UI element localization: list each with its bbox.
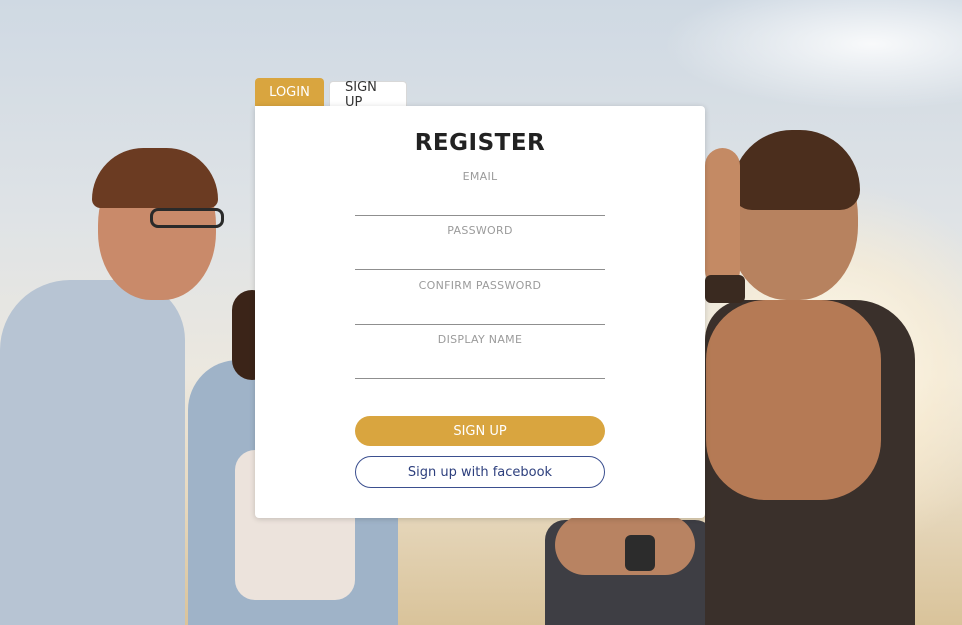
email-field[interactable] [355, 188, 605, 216]
register-card: REGISTER EMAIL PASSWORD CONFIRM PASSWORD… [255, 106, 705, 518]
tab-signup[interactable]: SIGN UP [329, 80, 407, 110]
person-right-hair [732, 130, 860, 210]
person-left-glasses [150, 208, 224, 228]
person-left-hair [92, 148, 218, 208]
sky-cloud [662, 0, 962, 110]
person-right-hand [705, 148, 740, 288]
tab-login[interactable]: LOGIN [255, 78, 324, 106]
signup-button[interactable]: SIGN UP [355, 416, 605, 446]
wristwatch [625, 535, 655, 571]
password-label: PASSWORD [447, 224, 513, 237]
facebook-signup-button[interactable]: Sign up with facebook [355, 456, 605, 488]
display-name-label: DISPLAY NAME [437, 333, 523, 346]
person-right-wristband [705, 275, 745, 303]
password-field-group: PASSWORD [355, 224, 605, 270]
display-name-field[interactable] [355, 351, 605, 379]
person-left-body [0, 280, 185, 625]
email-label: EMAIL [462, 170, 498, 183]
display-name-field-group: DISPLAY NAME [355, 333, 605, 379]
confirm-password-field-group: CONFIRM PASSWORD [355, 279, 605, 325]
page-title: REGISTER [414, 130, 546, 156]
confirm-password-label: CONFIRM PASSWORD [418, 279, 542, 292]
confirm-password-field[interactable] [355, 297, 605, 325]
person-right-arm [706, 300, 881, 500]
password-field[interactable] [355, 242, 605, 270]
email-field-group: EMAIL [355, 170, 605, 216]
